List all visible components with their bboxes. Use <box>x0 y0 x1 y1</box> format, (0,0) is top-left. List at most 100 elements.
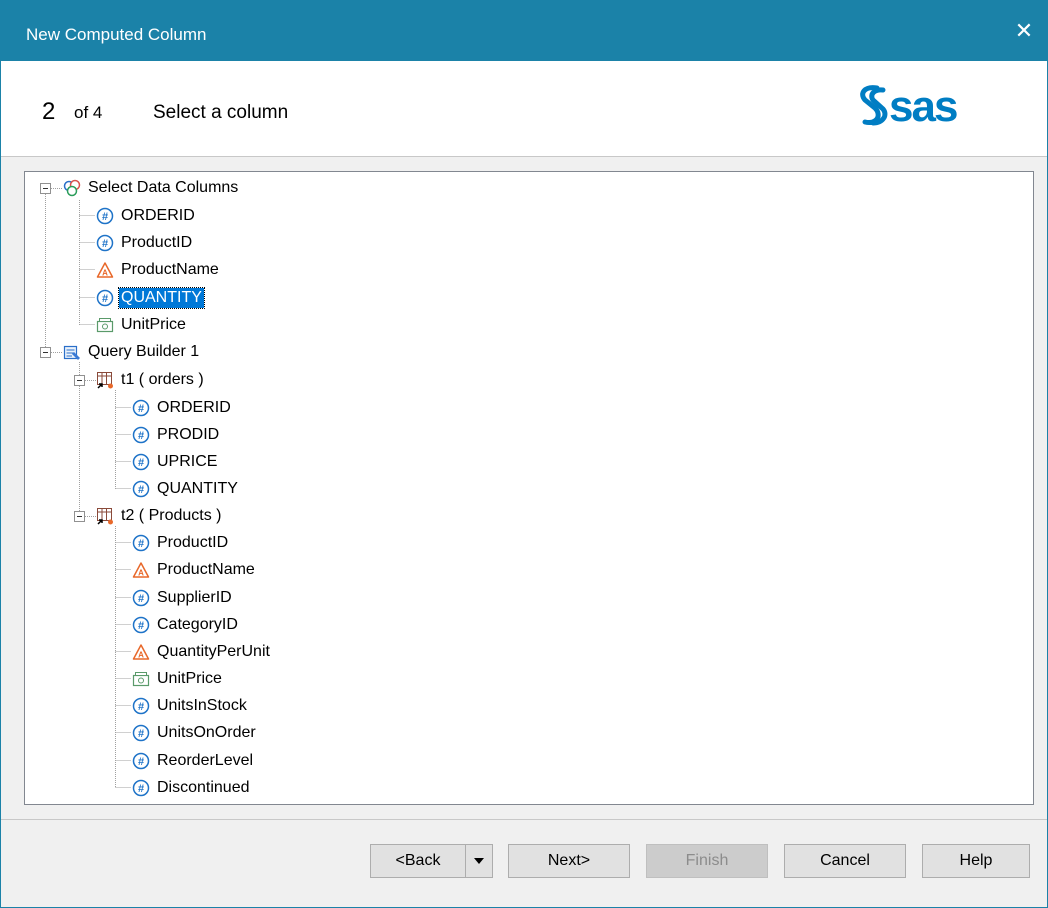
svg-text:#: # <box>138 430 144 442</box>
tree-item-label: UnitPrice <box>157 670 222 687</box>
tree-item-label: ProductName <box>157 561 255 578</box>
collapse-toggle-icon[interactable] <box>74 375 85 386</box>
svg-text:#: # <box>102 211 108 223</box>
collapse-toggle-icon[interactable] <box>40 183 51 194</box>
tree-item-label: Discontinued <box>157 779 250 796</box>
numeric-column-icon: # <box>132 534 150 552</box>
numeric-column-icon: # <box>132 616 150 634</box>
finish-button[interactable]: Finish <box>646 844 768 878</box>
tree-item-t2-productname[interactable]: A ProductName <box>132 559 257 581</box>
svg-text:A: A <box>138 569 144 578</box>
svg-text:#: # <box>102 293 108 305</box>
tree-item-label: UnitPrice <box>121 316 186 333</box>
tree-node-t2-products[interactable]: t2 ( Products ) <box>96 505 223 527</box>
collapse-toggle-icon[interactable] <box>40 347 51 358</box>
numeric-column-icon: # <box>96 289 114 307</box>
svg-text:#: # <box>138 701 144 713</box>
tree-item-t1-uprice[interactable]: # UPRICE <box>132 451 219 473</box>
currency-column-icon <box>132 672 150 687</box>
chevron-down-icon <box>474 858 484 864</box>
step-title: Select a column <box>153 102 289 123</box>
tree-item-label: UPRICE <box>157 453 218 470</box>
tree-item-t2-quantityperunit[interactable]: A QuantityPerUnit <box>132 641 272 663</box>
svg-text:#: # <box>138 538 144 550</box>
svg-text:#: # <box>138 593 144 605</box>
title-bar: New Computed Column ✕ <box>1 1 1047 61</box>
numeric-column-icon: # <box>132 480 150 498</box>
close-icon[interactable]: ✕ <box>1001 1 1047 61</box>
character-column-icon: A <box>132 562 150 578</box>
help-button[interactable]: Help <box>922 844 1030 878</box>
svg-text:sas: sas <box>889 82 957 129</box>
tree-item-label: UnitsOnOrder <box>157 724 256 741</box>
numeric-column-icon: # <box>132 453 150 471</box>
tree-node-select-data-columns[interactable]: Select Data Columns <box>63 177 240 199</box>
tree-item-t2-productid[interactable]: # ProductID <box>132 532 230 554</box>
svg-text:#: # <box>138 756 144 768</box>
cancel-button[interactable]: Cancel <box>784 844 906 878</box>
dialog-window: New Computed Column ✕ 2 of 4 Select a co… <box>0 0 1048 908</box>
numeric-column-icon: # <box>96 234 114 252</box>
tree-item-t2-unitprice[interactable]: UnitPrice <box>132 668 224 690</box>
back-button[interactable]: <Back <box>370 844 466 878</box>
tree-node-t1-orders[interactable]: t1 ( orders ) <box>96 369 206 391</box>
sas-logo: sas <box>860 82 959 129</box>
svg-text:#: # <box>138 484 144 496</box>
tree-item-productname[interactable]: A ProductName <box>96 259 221 281</box>
tree-item-t2-categoryid[interactable]: # CategoryID <box>132 614 240 636</box>
character-column-icon: A <box>132 644 150 660</box>
query-builder-icon <box>63 345 80 360</box>
tree-item-t2-unitsonorder[interactable]: # UnitsOnOrder <box>132 722 258 744</box>
numeric-column-icon: # <box>132 779 150 797</box>
tree-item-label: ProductName <box>121 261 219 278</box>
tree-item-t2-reorderlevel[interactable]: # ReorderLevel <box>132 750 255 772</box>
table-shortcut-icon <box>97 508 113 525</box>
next-button[interactable]: Next> <box>508 844 630 878</box>
back-dropdown-button[interactable] <box>465 844 493 878</box>
column-tree[interactable]: Select Data Columns # ORDERID # ProductI… <box>24 171 1034 805</box>
tree-item-quantity[interactable]: # QUANTITY <box>96 287 205 309</box>
svg-text:#: # <box>138 403 144 415</box>
tree-item-t1-orderid[interactable]: # ORDERID <box>132 397 233 419</box>
tree-item-label: QUANTITY <box>157 480 238 497</box>
numeric-column-icon: # <box>96 207 114 225</box>
tree-node-label: Select Data Columns <box>88 179 239 196</box>
numeric-column-icon: # <box>132 752 150 770</box>
tree-item-label: ProductID <box>157 534 229 551</box>
footer-divider <box>1 819 1047 820</box>
currency-column-icon <box>96 318 114 333</box>
tree-node-label: Query Builder 1 <box>88 343 200 360</box>
svg-text:A: A <box>102 269 108 278</box>
step-total: of 4 <box>74 103 103 122</box>
svg-text:#: # <box>138 783 144 795</box>
tree-item-t2-discontinued[interactable]: # Discontinued <box>132 777 252 799</box>
svg-text:#: # <box>138 620 144 632</box>
tree-node-query-builder[interactable]: Query Builder 1 <box>63 341 201 363</box>
tree-item-label: PRODID <box>157 426 220 443</box>
numeric-column-icon: # <box>132 697 150 715</box>
tree-item-t2-supplierid[interactable]: # SupplierID <box>132 587 234 609</box>
numeric-column-icon: # <box>132 724 150 742</box>
numeric-column-icon: # <box>132 589 150 607</box>
window-title: New Computed Column <box>26 25 207 44</box>
tree-item-t1-quantity[interactable]: # QUANTITY <box>132 478 240 500</box>
tree-item-label: ProductID <box>121 234 193 251</box>
tree-item-productid[interactable]: # ProductID <box>96 232 194 254</box>
numeric-column-icon: # <box>132 426 150 444</box>
character-column-icon: A <box>96 262 114 278</box>
svg-text:#: # <box>138 457 144 469</box>
collapse-toggle-icon[interactable] <box>74 511 85 522</box>
tree-item-label: SupplierID <box>157 589 232 606</box>
tree-item-orderid[interactable]: # ORDERID <box>96 205 197 227</box>
svg-text:#: # <box>102 238 108 250</box>
wizard-header: 2 of 4 Select a column sas <box>1 61 1047 157</box>
tree-item-label: ORDERID <box>121 207 195 224</box>
tree-item-label: ReorderLevel <box>157 752 254 769</box>
tree-item-label: QuantityPerUnit <box>157 643 270 660</box>
tree-item-label: UnitsInStock <box>157 697 247 714</box>
tree-item-t1-prodid[interactable]: # PRODID <box>132 424 221 446</box>
step-number: 2 <box>42 98 56 125</box>
data-sources-icon <box>63 179 81 197</box>
tree-item-t2-unitsinstock[interactable]: # UnitsInStock <box>132 695 249 717</box>
tree-item-unitprice[interactable]: UnitPrice <box>96 314 188 336</box>
